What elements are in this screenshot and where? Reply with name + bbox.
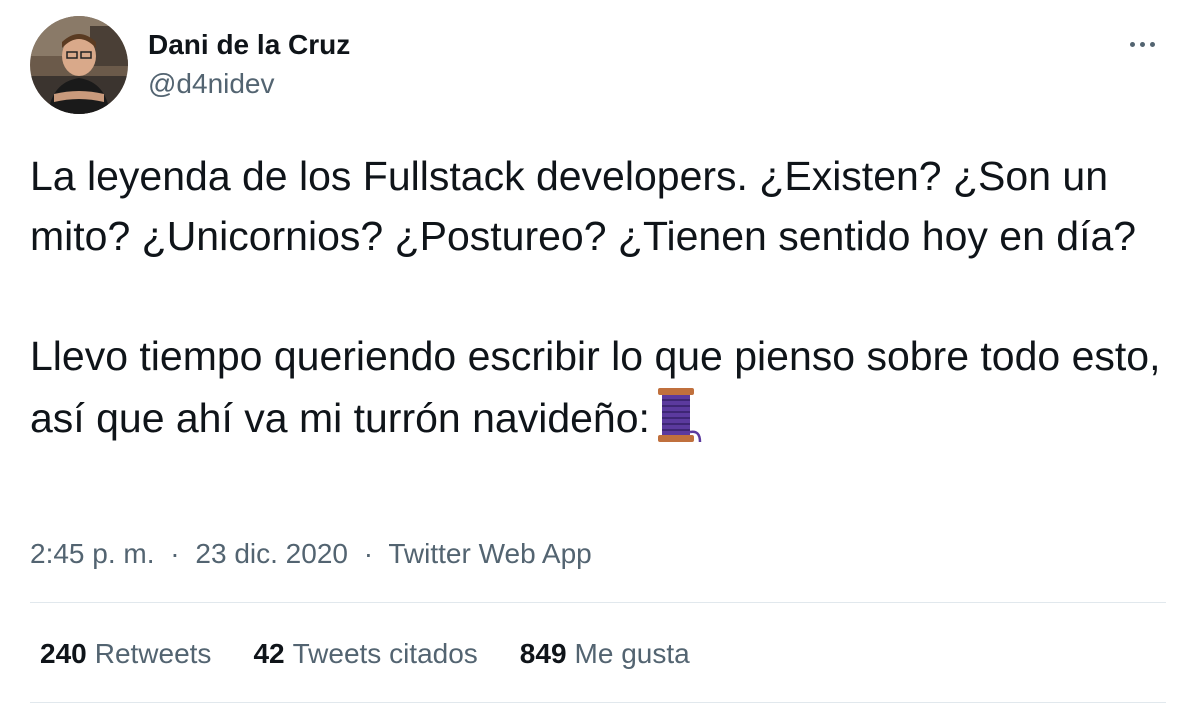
quotes-label: Tweets citados: [292, 638, 478, 669]
more-horizontal-icon-dot: [1149, 41, 1155, 47]
tweet-paragraph-2: Llevo tiempo queriendo escribir lo que p…: [30, 326, 1170, 448]
tweet-time[interactable]: 2:45 p. m.: [30, 538, 155, 569]
retweets-count: 240: [40, 638, 87, 669]
more-horizontal-icon: [1129, 41, 1135, 47]
tweet-meta: 2:45 p. m. · 23 dic. 2020 · Twitter Web …: [30, 534, 592, 574]
author-handle[interactable]: @d4nidev: [148, 67, 275, 101]
tweet-date[interactable]: 23 dic. 2020: [195, 538, 348, 569]
more-horizontal-icon-dot: [1139, 41, 1145, 47]
quotes-count: 42: [253, 638, 285, 669]
likes-count: 849: [519, 638, 567, 669]
retweets-label: Retweets: [94, 638, 212, 669]
likes-label: Me gusta: [574, 638, 690, 669]
divider: [30, 702, 1166, 703]
avatar-image: [30, 16, 128, 114]
quotes-stat[interactable]: 42 Tweets citados: [253, 634, 477, 674]
thread-spool-icon: [657, 388, 702, 443]
tweet-text: La leyenda de los Fullstack developers. …: [30, 146, 1170, 448]
tweet-stats: 240 Retweets 42 Tweets citados 849 Me gusta: [40, 634, 732, 674]
meta-separator: ·: [363, 538, 374, 569]
divider: [30, 602, 1166, 603]
retweets-stat[interactable]: 240 Retweets: [40, 634, 211, 674]
more-options-button[interactable]: [1120, 28, 1164, 60]
avatar[interactable]: [30, 16, 128, 114]
author-name[interactable]: Dani de la Cruz: [148, 28, 350, 62]
meta-separator: ·: [170, 538, 180, 569]
tweet-paragraph-1: La leyenda de los Fullstack developers. …: [30, 153, 1137, 259]
tweet-source[interactable]: Twitter Web App: [388, 538, 591, 569]
likes-stat[interactable]: 849 Me gusta: [520, 634, 690, 674]
tweet-paragraph-2-text: Llevo tiempo queriendo escribir lo que p…: [30, 333, 1172, 441]
